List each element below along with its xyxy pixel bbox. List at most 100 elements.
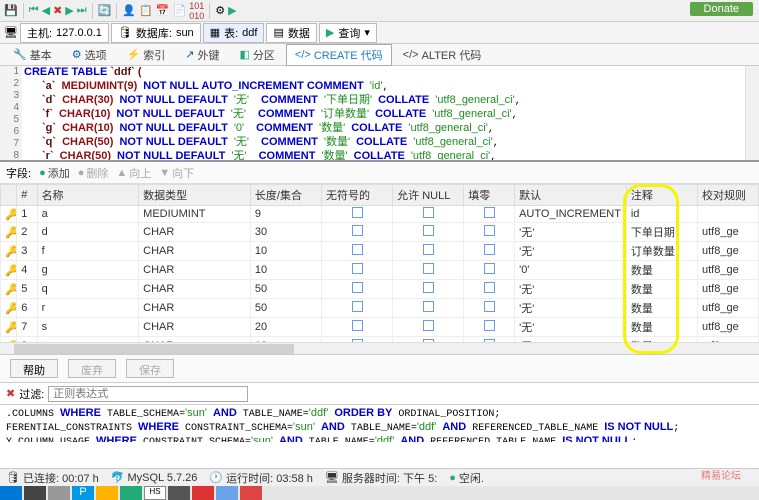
discard-button[interactable]: 废弃 [68, 359, 116, 378]
checkbox[interactable] [352, 320, 363, 331]
tab-partition[interactable]: ◧分区 [231, 44, 284, 66]
dot-icon: ● [449, 472, 456, 484]
col-collation[interactable]: 校对规则 [697, 185, 758, 206]
col-null[interactable]: 允许 NULL [393, 185, 464, 206]
checkbox[interactable] [423, 301, 434, 312]
settings-icon[interactable]: ⚙ [215, 4, 225, 17]
table-row[interactable]: 🔑 6rCHAR50 '无'数量utf8_ge [1, 299, 759, 318]
key-icon: 🔑 [5, 209, 17, 221]
col-type[interactable]: 数据类型 [139, 185, 251, 206]
tab-basic[interactable]: 🔧基本 [4, 44, 61, 66]
save-icon[interactable]: 💾 [4, 4, 18, 17]
table-row[interactable]: 🔑 4gCHAR10 '0'数量utf8_ge [1, 261, 759, 280]
filter-label: 过滤: [19, 386, 44, 402]
table-icon[interactable]: 📋 [139, 4, 153, 17]
proc-icon[interactable]: 📄 [172, 4, 186, 17]
tab-create[interactable]: </>CREATE 代码 [286, 44, 392, 66]
binary-icon[interactable]: 101010 [189, 1, 204, 21]
nav-cancel-icon[interactable]: ✖ [53, 4, 62, 17]
data-tab[interactable]: ▤数据 [266, 23, 316, 43]
nav-next-icon[interactable]: ▶ [65, 4, 73, 17]
host-tab[interactable]: 主机: 127.0.0.1 [20, 23, 109, 43]
col-len[interactable]: 长度/集合 [250, 185, 321, 206]
key-icon: 🔑 [5, 284, 17, 296]
tab-indexes[interactable]: ⚡索引 [118, 44, 175, 66]
checkbox[interactable] [484, 207, 495, 218]
col-num[interactable]: # [17, 185, 37, 206]
delete-button[interactable]: ● 删除 [78, 165, 109, 181]
down-button[interactable]: ▼ 向下 [159, 165, 194, 181]
plus-icon: ● [39, 167, 46, 179]
key-icon: 🔑 [5, 322, 17, 334]
nav-prev-icon[interactable]: ◀ [42, 4, 50, 17]
nav-first-icon[interactable]: ⏮ [29, 4, 39, 17]
tab-alter[interactable]: </>ALTER 代码 [394, 44, 491, 66]
checkbox[interactable] [423, 320, 434, 331]
close-icon[interactable]: ✖ [6, 387, 15, 400]
checkbox[interactable] [484, 282, 495, 293]
status-idle: ●空闲. [449, 470, 484, 486]
checkbox[interactable] [352, 282, 363, 293]
checkbox[interactable] [423, 207, 434, 218]
table-tab[interactable]: ▦表: ddf [203, 23, 265, 43]
sql-code-editor[interactable]: 12345678 CREATE TABLE `ddf` ( `a` MEDIUM… [0, 66, 759, 162]
action-buttons: 帮助 废弃 保存 [0, 354, 759, 382]
refresh-icon[interactable]: 🔄 [98, 4, 112, 17]
checkbox[interactable] [484, 225, 495, 236]
query-tab[interactable]: ▶查询▾ [319, 23, 377, 43]
status-bar: 🛢已连接: 00:07 h 🐬MySQL 5.7.26 🕐运行时间: 03:58… [0, 468, 759, 486]
key-icon: 🔑 [5, 303, 17, 315]
checkbox[interactable] [484, 301, 495, 312]
checkbox[interactable] [352, 207, 363, 218]
col-default[interactable]: 默认 [515, 185, 627, 206]
server-icon: 🖥 [325, 471, 339, 484]
fields-label: 字段: [6, 165, 31, 181]
db-tab[interactable]: 🛢数据库: sun [111, 23, 201, 43]
down-icon: ▼ [159, 167, 170, 179]
calendar-icon[interactable]: 📅 [156, 4, 170, 17]
up-button[interactable]: ▲ 向上 [116, 165, 151, 181]
table-row[interactable]: 🔑 7sCHAR20 '无'数量utf8_ge [1, 318, 759, 337]
add-button[interactable]: ● 添加 [39, 165, 70, 181]
dropdown-icon[interactable]: ▾ [364, 26, 370, 39]
scrollbar-horizontal[interactable] [0, 342, 759, 354]
checkbox[interactable] [484, 320, 495, 331]
table-row[interactable]: 🔑 1aMEDIUMINT9 AUTO_INCREMENTid [1, 206, 759, 223]
checkbox[interactable] [484, 263, 495, 274]
checkbox[interactable] [352, 301, 363, 312]
checkbox[interactable] [352, 244, 363, 255]
table-row[interactable]: 🔑 5qCHAR50 '无'数量utf8_ge [1, 280, 759, 299]
checkbox[interactable] [423, 263, 434, 274]
checkbox[interactable] [352, 263, 363, 274]
checkbox[interactable] [352, 225, 363, 236]
donate-button[interactable]: Donate [690, 2, 753, 16]
checkbox[interactable] [484, 244, 495, 255]
clock-icon: 🕐 [209, 471, 223, 484]
col-zero[interactable]: 填零 [464, 185, 515, 206]
columns-table[interactable]: # 名称 数据类型 长度/集合 无符号的 允许 NULL 填零 默认 注释 校对… [0, 184, 759, 354]
help-button[interactable]: 帮助 [10, 359, 58, 378]
checkbox[interactable] [423, 244, 434, 255]
key-icon: 🔑 [5, 246, 17, 258]
scrollbar-vertical[interactable] [745, 66, 759, 160]
checkbox[interactable] [423, 282, 434, 293]
run-icon[interactable]: ▶ [228, 4, 236, 17]
col-name[interactable]: 名称 [37, 185, 139, 206]
sub-tabs: 🔧基本 ⚙选项 ⚡索引 ↗外键 ◧分区 </>CREATE 代码 </>ALTE… [0, 44, 759, 66]
tab-foreign[interactable]: ↗外键 [176, 44, 228, 66]
wrench-icon: 🔧 [13, 48, 27, 61]
user-icon[interactable]: 👤 [122, 4, 136, 17]
col-comment[interactable]: 注释 [626, 185, 697, 206]
status-conn: 🛢已连接: 00:07 h [6, 470, 99, 486]
table-row[interactable]: 🔑 2dCHAR30 '无'下单日期utf8_ge [1, 223, 759, 242]
filter-input[interactable] [48, 386, 248, 402]
data-icon: ▤ [273, 26, 283, 39]
tab-options[interactable]: ⚙选项 [63, 44, 116, 66]
checkbox[interactable] [423, 225, 434, 236]
save-button[interactable]: 保存 [126, 359, 174, 378]
col-unsigned[interactable]: 无符号的 [322, 185, 393, 206]
table-row[interactable]: 🔑 3fCHAR10 '无'订单数量utf8_ge [1, 242, 759, 261]
host-bar: 🖥 主机: 127.0.0.1 🛢数据库: sun ▦表: ddf ▤数据 ▶查… [0, 22, 759, 44]
sql-log-pane[interactable]: .COLUMNS WHERE TABLE_SCHEMA='sun' AND TA… [0, 404, 759, 442]
nav-last-icon[interactable]: ⏭ [77, 4, 87, 17]
